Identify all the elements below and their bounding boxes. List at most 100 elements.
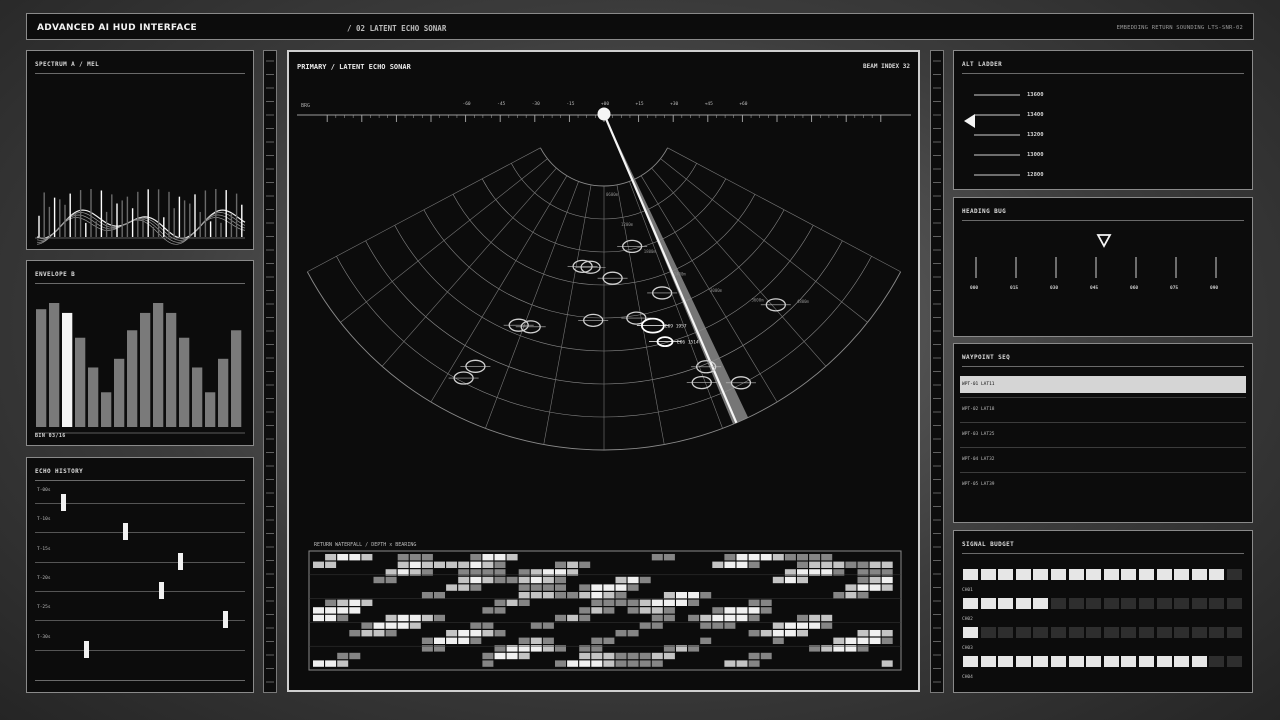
bearing-tick-label: -45 [497,101,505,107]
waterfall-cell [349,652,361,660]
budget-cell [998,656,1014,667]
waterfall-cell [458,561,470,568]
waterfall-cell [542,637,554,644]
budget-cell [1103,598,1119,609]
waterfall-cell [446,630,458,637]
echo-marker[interactable] [178,552,184,570]
waterfall-cell [772,576,784,584]
echo-marker[interactable] [223,611,229,629]
waterfall-cell [748,607,760,614]
waterfall-cell [724,660,736,667]
budget-cell [1174,656,1190,667]
sonar-display[interactable]: BRG -60 -45 -30 -15 +00 +15 +30 +45 +60 0600m 1200m… [289,52,918,690]
budget-cell [963,656,978,667]
waterfall-cell [748,630,760,637]
budget-cell [980,627,996,638]
waterfall-cell [639,622,651,629]
waterfall-cell [361,554,373,561]
divider [962,366,1244,367]
waterfall-cell [639,652,651,660]
waterfall-cell [470,576,482,584]
budget-cell [1033,656,1049,667]
waterfall-cell [397,554,409,561]
waterfall-cell [579,652,591,660]
echo-marker[interactable] [84,640,90,658]
waterfall-cell [349,599,361,606]
heading-tick-label: 015 [1010,286,1019,291]
waypoint-row[interactable]: WPT-03 LAT25 [960,426,1246,443]
beam-centerline [602,113,738,424]
budget-cell [1121,569,1137,580]
waterfall-cell [639,660,651,667]
waterfall-cell [700,637,712,644]
waterfall-cell [482,652,494,660]
alt-value-label: 13600 [1027,92,1044,98]
waterfall-cell [676,599,687,606]
waterfall-cell [349,554,361,561]
budget-row-label: CH01 [962,588,973,593]
waypoint-row[interactable]: WPT-05 LAT39 [960,476,1246,493]
waterfall-cell [869,630,881,637]
waterfall-cell [373,622,385,629]
waterfall-cell [833,561,845,568]
budget-cell [1103,627,1119,638]
waterfall-cell [760,652,772,660]
waterfall-cell [325,599,337,606]
waterfall-cell [772,622,784,629]
budget-cell [1139,627,1154,638]
waterfall-cell [494,599,506,606]
heading-bug-panel: HEADING BUG 000 015 030 045 060 075 090 [953,197,1253,337]
waterfall-cell [833,592,845,599]
bearing-tick-label: -15 [566,101,574,107]
echo-marker[interactable] [123,523,129,541]
budget-cell [1068,656,1084,667]
budget-cell [1139,598,1154,609]
waterfall-cell [639,576,651,584]
echo-marker[interactable] [158,581,164,599]
waterfall-cell [760,554,772,561]
range-ring [540,147,668,187]
waterfall-cell [458,637,470,644]
echo-marker[interactable] [60,494,66,511]
waterfall-cell [615,660,627,667]
budget-cell [998,569,1014,580]
spectrum-wave [36,212,246,241]
waterfall-cell [748,652,760,660]
waterfall-cell [494,576,506,584]
heading-tick-label: 090 [1210,286,1219,291]
waterfall-cell [651,554,663,561]
waterfall-cell [821,622,833,629]
waypoint-row[interactable]: WPT-04 LAT32 [960,451,1246,468]
waterfall-cell [688,614,700,622]
budget-cell [1174,627,1190,638]
budget-cell [1051,598,1066,609]
waypoint-row[interactable]: WPT-01 LAT11 [960,376,1246,393]
right-scale-strip [930,50,944,693]
range-label: 3600m [751,298,764,303]
alt-value-label: 13200 [1027,132,1044,138]
scale-ticks [266,60,274,683]
waterfall-cell [542,576,554,584]
budget-cell [1015,656,1031,667]
waterfall-cell [833,637,845,644]
budget-cell [1227,656,1242,667]
waterfall-cell [530,622,542,629]
echo-row-line [35,561,245,563]
waterfall-cell [409,622,421,629]
waterfall-cell [446,637,458,644]
envelope-bar [62,312,73,427]
waterfall-cell [337,554,349,561]
budget-cell [1139,569,1154,580]
waterfall-cell [772,630,784,637]
waterfall-cell [627,599,639,606]
waypoint-row[interactable]: WPT-02 LAT18 [960,401,1246,418]
budget-cell [1121,656,1137,667]
app-subtitle: / 02 LATENT ECHO SONAR [347,24,447,33]
waterfall-cell [482,576,494,584]
waterfall-cell [385,576,397,584]
waterfall-cell [313,607,324,614]
waterfall-cell [434,614,445,622]
waterfall-cell [361,599,373,606]
waterfall-cell [603,652,615,660]
waterfall-cell [603,599,615,606]
